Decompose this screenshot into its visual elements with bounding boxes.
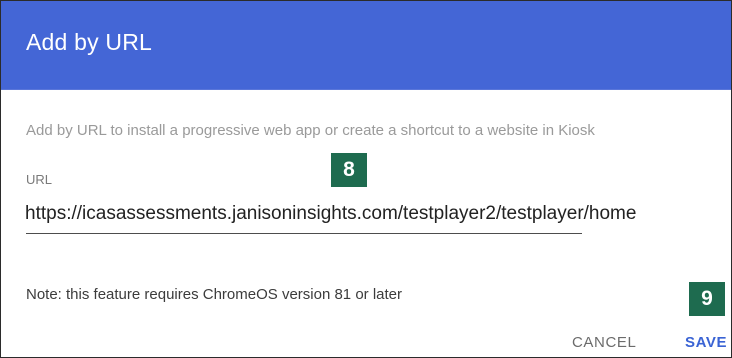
url-field-label: URL bbox=[26, 172, 53, 187]
url-input[interactable] bbox=[25, 199, 725, 229]
dialog-description: Add by URL to install a progressive web … bbox=[26, 122, 595, 139]
callout-badge-url: 8 bbox=[331, 153, 367, 187]
add-by-url-dialog: Add by URL Add by URL to install a progr… bbox=[0, 0, 732, 358]
dialog-header: Add by URL bbox=[1, 1, 731, 90]
save-button[interactable]: SAVE bbox=[685, 334, 727, 351]
url-field-underline bbox=[26, 233, 582, 234]
cancel-button[interactable]: CANCEL bbox=[572, 334, 636, 351]
dialog-title: Add by URL bbox=[26, 29, 153, 55]
version-note: Note: this feature requires ChromeOS ver… bbox=[26, 286, 403, 303]
callout-badge-save: 9 bbox=[689, 282, 725, 316]
